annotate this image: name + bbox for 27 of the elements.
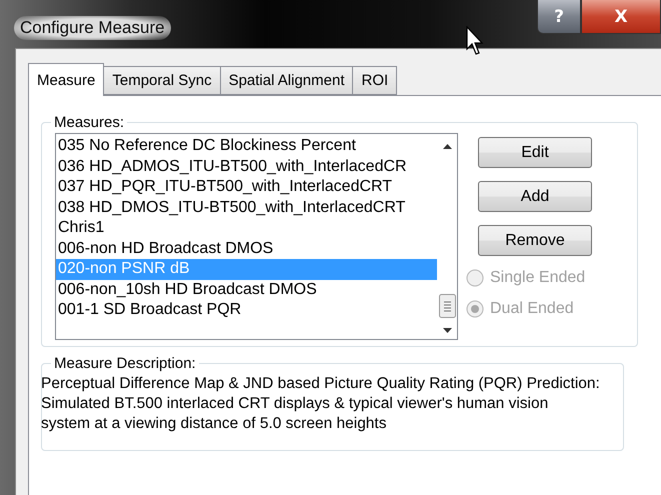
group-label: Measures: <box>53 114 126 131</box>
list-item[interactable]: 006-non_10sh HD Broadcast DMOS <box>56 280 437 300</box>
group-label: Measure Description: <box>53 355 197 372</box>
dialog-button[interactable]: Remove <box>478 225 592 256</box>
tab[interactable]: Measure <box>28 63 104 96</box>
cursor-icon <box>466 26 486 56</box>
scroll-up-icon[interactable] <box>442 144 452 149</box>
list-item[interactable]: 036 HD_ADMOS_ITU-BT500_with_InterlacedCR <box>56 156 437 177</box>
list-item[interactable]: 038 HD_DMOS_ITU-BT500_with_InterlacedCRT <box>56 198 437 218</box>
scroll-thumb[interactable] <box>438 294 456 318</box>
scroll-down-icon[interactable] <box>442 328 452 333</box>
dialog-button[interactable]: Add <box>478 181 592 212</box>
list-item[interactable]: Chris1 <box>56 218 437 238</box>
tab[interactable]: Spatial Alignment <box>220 66 354 95</box>
measures-list[interactable] <box>55 133 458 340</box>
radio-label: Single Ended <box>490 269 586 287</box>
list-item[interactable]: 001-1 SD Broadcast PQR <box>56 300 437 320</box>
tab[interactable]: ROI <box>352 66 398 95</box>
close-button[interactable]: X <box>581 0 661 34</box>
radio-label: Dual Ended <box>490 300 574 318</box>
tab[interactable]: Temporal Sync <box>103 66 221 95</box>
list-item[interactable]: 035 No Reference DC Blockiness Percent <box>56 136 437 156</box>
window-title: Configure Measure <box>14 16 171 40</box>
description-text: Perceptual Difference Map & JND based Picture Quality Rating (PQR) Prediction: Simulated BT.500 interlaced CRT displays & typical viewer's human vision system at a viewing distance of 5.0 screen heights <box>41 374 601 434</box>
dialog-button[interactable]: Edit <box>478 137 592 168</box>
list-item[interactable]: 037 HD_PQR_ITU-BT500_with_InterlacedCRT <box>56 177 437 198</box>
list-item[interactable]: 006-non HD Broadcast DMOS <box>56 238 437 259</box>
